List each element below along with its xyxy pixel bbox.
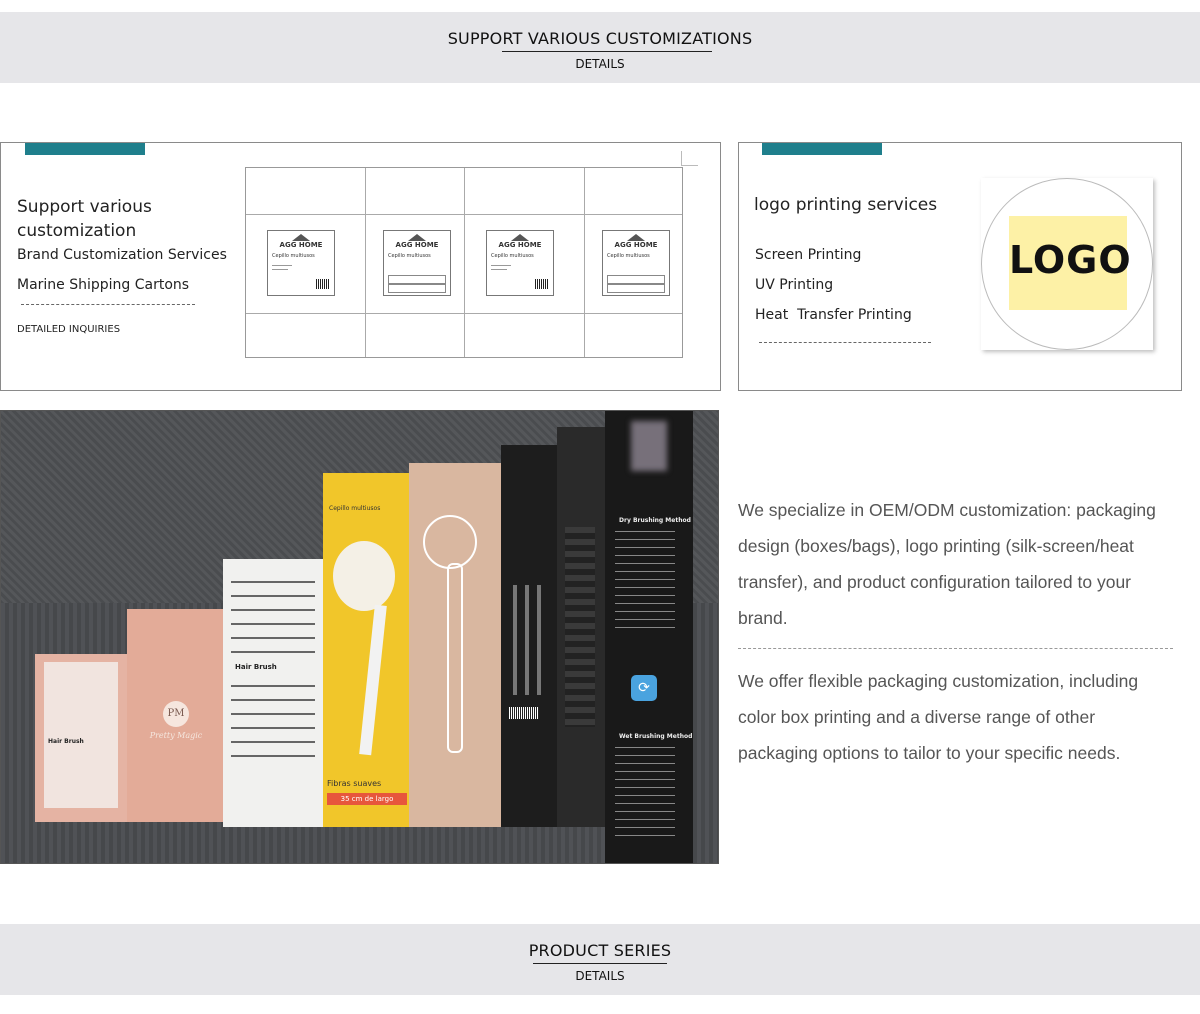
packaging-photo: Hair Brush PM Pretty Magic Hair Brush Ce… [0,410,719,864]
screen-printing-item: Screen Printing [755,247,862,263]
top-banner: SUPPORT VARIOUS CUSTOMIZATIONS DETAILS [0,12,1200,83]
heat-transfer-item: Heat Transfer Printing [755,307,912,323]
packaging-description: We offer flexible packaging customizatio… [738,671,1139,763]
bottom-banner-details-link[interactable]: DETAILS [0,969,1200,983]
logo-text: LOGO [1009,238,1132,282]
carton-label-front: AGG HOME Cepillo multiusos [267,230,335,296]
corner-mark [681,151,698,166]
refresh-icon: ⟳ [631,675,657,701]
black-box-3: Dry Brushing Method ⟳ Wet Brushing Metho… [605,411,693,863]
bottom-banner: PRODUCT SERIES DETAILS [0,924,1200,995]
description-divider [738,648,1173,649]
pink-box-small: Hair Brush [35,654,127,822]
top-banner-underline [502,51,712,52]
tan-brush-box [409,463,501,827]
marine-shipping-item: Marine Shipping Cartons [17,277,190,293]
pink-box-pm: PM Pretty Magic [127,609,225,822]
top-banner-details-link[interactable]: DETAILS [0,57,1200,71]
card-heading: Support various customization [17,197,152,241]
card-accent-tab [762,143,882,155]
carton-label-side: AGG HOME Cepillo multiusos [383,230,451,296]
logo-card-divider [759,342,931,343]
logo-sample: LOGO [981,178,1153,350]
top-banner-title: SUPPORT VARIOUS CUSTOMIZATIONS [447,29,753,48]
oem-description: We specialize in OEM/ODM customization: … [738,500,1156,628]
carton-grid: AGG HOME Cepillo multiusos AGG HOME Cepi… [245,167,683,358]
uv-printing-item: UV Printing [755,277,834,293]
brand-customization-item: Brand Customization Services [17,247,227,263]
card-accent-tab [25,143,145,155]
bottom-banner-underline [533,963,667,964]
carton-label-side-2: AGG HOME Cepillo multiusos [602,230,670,296]
white-leaflet-box: Hair Brush [223,559,323,827]
black-box-2 [557,427,605,827]
bottom-banner-title: PRODUCT SERIES [528,941,672,960]
detailed-inquiries-link[interactable]: DETAILED INQUIRIES [17,324,120,335]
logo-card-heading: logo printing services [754,195,938,215]
card-divider [21,304,195,305]
carton-label-front-2: AGG HOME Cepillo multiusos [486,230,554,296]
yellow-brush-box: Cepillo multiusos Fibras suaves 35 cm de… [323,473,411,827]
black-box-1 [501,445,557,827]
